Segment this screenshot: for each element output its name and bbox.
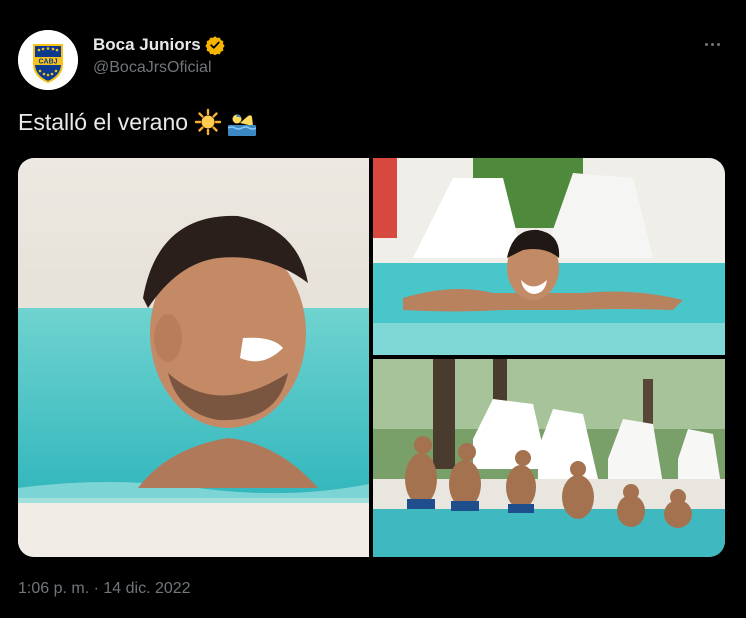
sun-emoji-icon — [194, 108, 222, 136]
more-options-button[interactable] — [698, 34, 726, 54]
photo-players-poolside-group[interactable] — [373, 359, 725, 557]
more-dot-icon — [710, 42, 714, 46]
avatar[interactable]: CABJ — [18, 30, 78, 90]
avatar-text: CABJ — [38, 59, 57, 66]
author-block: Boca Juniors @BocaJrsOficial — [93, 34, 225, 77]
media-grid — [18, 158, 725, 557]
boca-crest-icon: CABJ — [18, 30, 78, 90]
more-dot-icon — [716, 42, 720, 46]
author-handle[interactable]: @BocaJrsOficial — [93, 59, 225, 77]
swimmer-emoji-icon — [227, 108, 257, 136]
photo-player-swimming[interactable] — [373, 158, 725, 355]
tweet-card: CABJ Boca Juniors @BocaJrsOficial Estall… — [0, 0, 746, 618]
tweet-text-row: Estalló el verano — [18, 108, 257, 136]
tweet-text: Estalló el verano — [18, 108, 189, 135]
photo-player-closeup-pool[interactable] — [18, 158, 369, 557]
author-name-row: Boca Juniors — [93, 34, 225, 56]
author-display-name[interactable]: Boca Juniors — [93, 35, 201, 55]
tweet-timestamp[interactable]: 1:06 p. m. · 14 dic. 2022 — [18, 580, 191, 598]
more-dot-icon — [704, 42, 708, 46]
verified-badge-icon[interactable] — [205, 35, 225, 56]
